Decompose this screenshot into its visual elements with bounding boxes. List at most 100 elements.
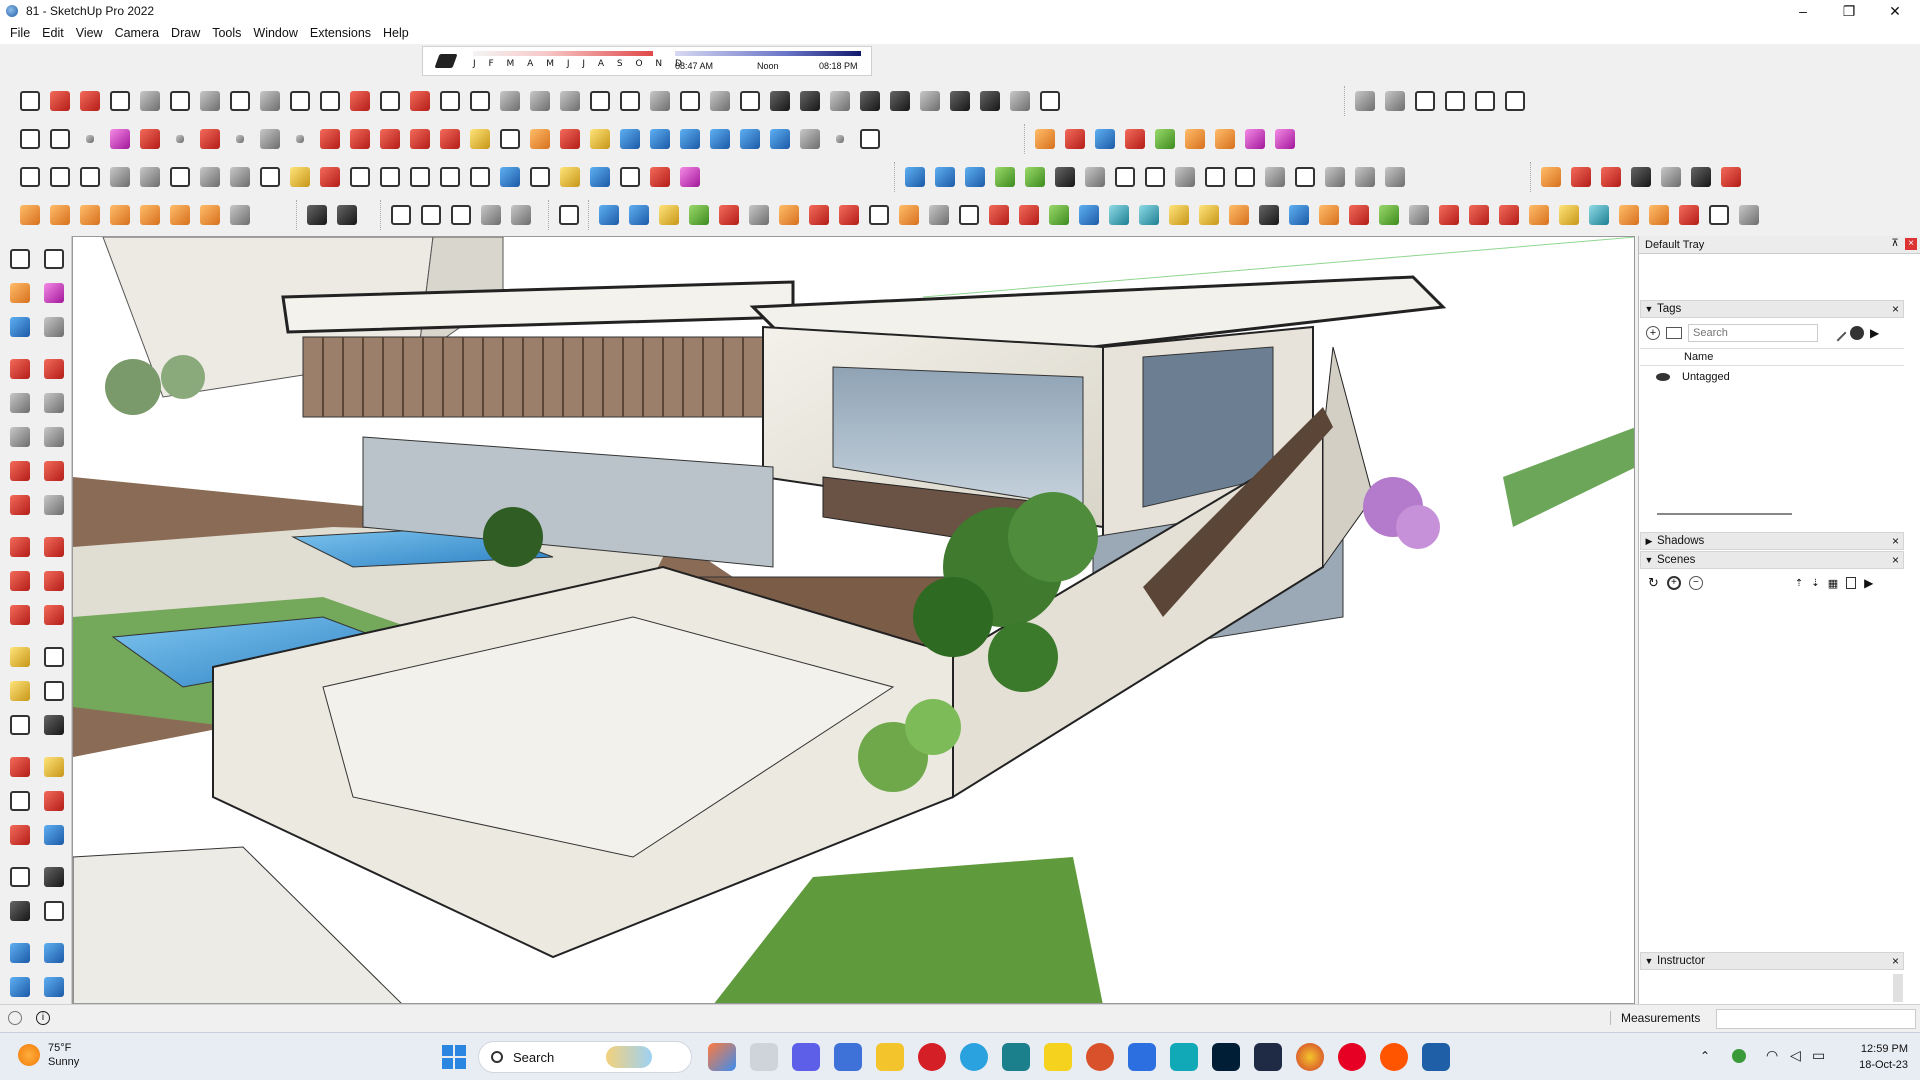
pan-icon[interactable] bbox=[586, 125, 614, 153]
extrude-3-icon[interactable] bbox=[1091, 125, 1119, 153]
plugin-4-icon[interactable] bbox=[685, 201, 713, 229]
render-2-icon[interactable] bbox=[417, 201, 445, 229]
add-tag-icon[interactable]: + bbox=[1646, 326, 1660, 340]
plugin-30-icon[interactable] bbox=[1465, 201, 1493, 229]
text-icon[interactable] bbox=[496, 125, 524, 153]
star-icon[interactable] bbox=[166, 201, 194, 229]
file-explorer-icon[interactable] bbox=[876, 1043, 904, 1071]
teams-icon[interactable] bbox=[792, 1043, 820, 1071]
plugin-10-icon[interactable] bbox=[865, 201, 893, 229]
line-tool-icon[interactable] bbox=[6, 355, 34, 383]
offset-icon[interactable] bbox=[616, 163, 644, 191]
plugin-2-icon[interactable] bbox=[625, 201, 653, 229]
roof-icon[interactable] bbox=[466, 87, 494, 115]
umbrella-icon[interactable] bbox=[136, 201, 164, 229]
warehouse-tool-icon[interactable] bbox=[6, 939, 34, 967]
tags-panel-header[interactable]: ▼ Tags × bbox=[1640, 300, 1904, 318]
column-icon[interactable] bbox=[526, 87, 554, 115]
plugin-34-icon[interactable] bbox=[1585, 201, 1613, 229]
stretch-icon[interactable] bbox=[646, 163, 674, 191]
mesh-icon[interactable] bbox=[991, 163, 1019, 191]
battery-icon[interactable]: ▭ bbox=[1812, 1047, 1825, 1064]
pin-icon[interactable]: ⊼ bbox=[1889, 238, 1901, 250]
component-icon[interactable] bbox=[256, 163, 284, 191]
sheet-icon[interactable] bbox=[1231, 163, 1259, 191]
plugin-29-icon[interactable] bbox=[1435, 201, 1463, 229]
refresh-icon[interactable] bbox=[1201, 163, 1229, 191]
axes-icon[interactable] bbox=[6, 711, 34, 739]
scale-icon[interactable] bbox=[436, 125, 464, 153]
home-4-icon[interactable] bbox=[1501, 87, 1529, 115]
add-folder-icon[interactable] bbox=[1666, 327, 1682, 339]
slice-2-icon[interactable] bbox=[931, 163, 959, 191]
texture-5-icon[interactable] bbox=[1657, 163, 1685, 191]
rectangle-icon[interactable] bbox=[256, 125, 284, 153]
extension-tool-icon[interactable] bbox=[40, 939, 68, 967]
menu-camera[interactable]: Camera bbox=[109, 26, 165, 40]
tape-tool-icon[interactable] bbox=[6, 643, 34, 671]
tags-search-input[interactable] bbox=[1688, 324, 1818, 342]
texture-6-icon[interactable] bbox=[1687, 163, 1715, 191]
circle-tool-icon[interactable] bbox=[6, 423, 34, 451]
plugin-31-icon[interactable] bbox=[1495, 201, 1523, 229]
rectangle-tool-icon[interactable] bbox=[6, 389, 34, 417]
select-icon[interactable] bbox=[6, 245, 34, 273]
plugin-21-icon[interactable] bbox=[1195, 201, 1223, 229]
sketchup-taskbar-icon[interactable] bbox=[1422, 1043, 1450, 1071]
look-around-icon[interactable] bbox=[40, 863, 68, 891]
chamfer-icon[interactable] bbox=[346, 87, 374, 115]
freehand-icon[interactable] bbox=[526, 163, 554, 191]
month-slider[interactable] bbox=[473, 51, 653, 56]
loft-icon[interactable] bbox=[166, 87, 194, 115]
details-arrow-icon[interactable]: ▶ bbox=[1870, 326, 1879, 340]
position-camera-icon[interactable] bbox=[6, 863, 34, 891]
scale-tool-icon[interactable] bbox=[6, 601, 34, 629]
extrude-icon[interactable] bbox=[406, 87, 434, 115]
soundcloud-icon[interactable] bbox=[1380, 1043, 1408, 1071]
close-panel-icon[interactable]: × bbox=[1892, 553, 1899, 567]
fillet-icon[interactable] bbox=[316, 87, 344, 115]
walk-icon[interactable] bbox=[6, 897, 34, 925]
orbit-2-icon[interactable] bbox=[6, 753, 34, 781]
stairs-icon[interactable] bbox=[496, 87, 524, 115]
subtract-icon[interactable] bbox=[333, 201, 361, 229]
texture-icon[interactable] bbox=[1537, 163, 1565, 191]
cone-icon[interactable] bbox=[106, 201, 134, 229]
plugin-16-icon[interactable] bbox=[1045, 201, 1073, 229]
color-by-tag-icon[interactable] bbox=[1850, 326, 1864, 340]
texture-4-icon[interactable] bbox=[1627, 163, 1655, 191]
extrude-4-icon[interactable] bbox=[1121, 125, 1149, 153]
app-icon[interactable] bbox=[1002, 1043, 1030, 1071]
previous-view-icon[interactable] bbox=[40, 821, 68, 849]
arc-2-icon[interactable] bbox=[40, 457, 68, 485]
taskbar-clock[interactable]: 12:59 PM 18-Oct-23 bbox=[1838, 1041, 1908, 1073]
slab-icon[interactable] bbox=[826, 87, 854, 115]
eraser-2-icon[interactable] bbox=[316, 163, 344, 191]
sphere-3-icon[interactable] bbox=[1081, 163, 1109, 191]
orbit-icon[interactable] bbox=[556, 125, 584, 153]
model-viewport[interactable] bbox=[72, 236, 1635, 1004]
user-icon[interactable] bbox=[796, 125, 824, 153]
horizontal-scrollbar[interactable] bbox=[1657, 513, 1792, 515]
start-button[interactable] bbox=[442, 1045, 466, 1069]
layout-icon[interactable] bbox=[6, 973, 34, 1001]
door-tool-icon[interactable] bbox=[616, 87, 644, 115]
panel-4-icon[interactable] bbox=[1381, 163, 1409, 191]
plugin-18-icon[interactable] bbox=[1105, 201, 1133, 229]
bezier-icon[interactable] bbox=[16, 87, 44, 115]
eraser-icon[interactable] bbox=[40, 279, 68, 307]
minimize-button[interactable]: – bbox=[1780, 0, 1826, 22]
cylinder-2-icon[interactable] bbox=[1141, 163, 1169, 191]
weather-widget[interactable]: 75°F Sunny bbox=[18, 1041, 79, 1069]
close-button[interactable]: ✕ bbox=[1872, 0, 1918, 22]
grammarly-icon[interactable] bbox=[1086, 1043, 1114, 1071]
cylinder-icon[interactable] bbox=[1111, 163, 1139, 191]
building-icon[interactable] bbox=[1351, 87, 1379, 115]
chevron-down-icon[interactable] bbox=[226, 125, 254, 153]
paint-bucket-icon[interactable] bbox=[526, 125, 554, 153]
texture-7-icon[interactable] bbox=[1717, 163, 1745, 191]
name-column-header[interactable]: Name bbox=[1684, 351, 1713, 363]
plugin-22-icon[interactable] bbox=[1225, 201, 1253, 229]
section-plane-icon[interactable] bbox=[40, 897, 68, 925]
ring-icon[interactable] bbox=[76, 201, 104, 229]
